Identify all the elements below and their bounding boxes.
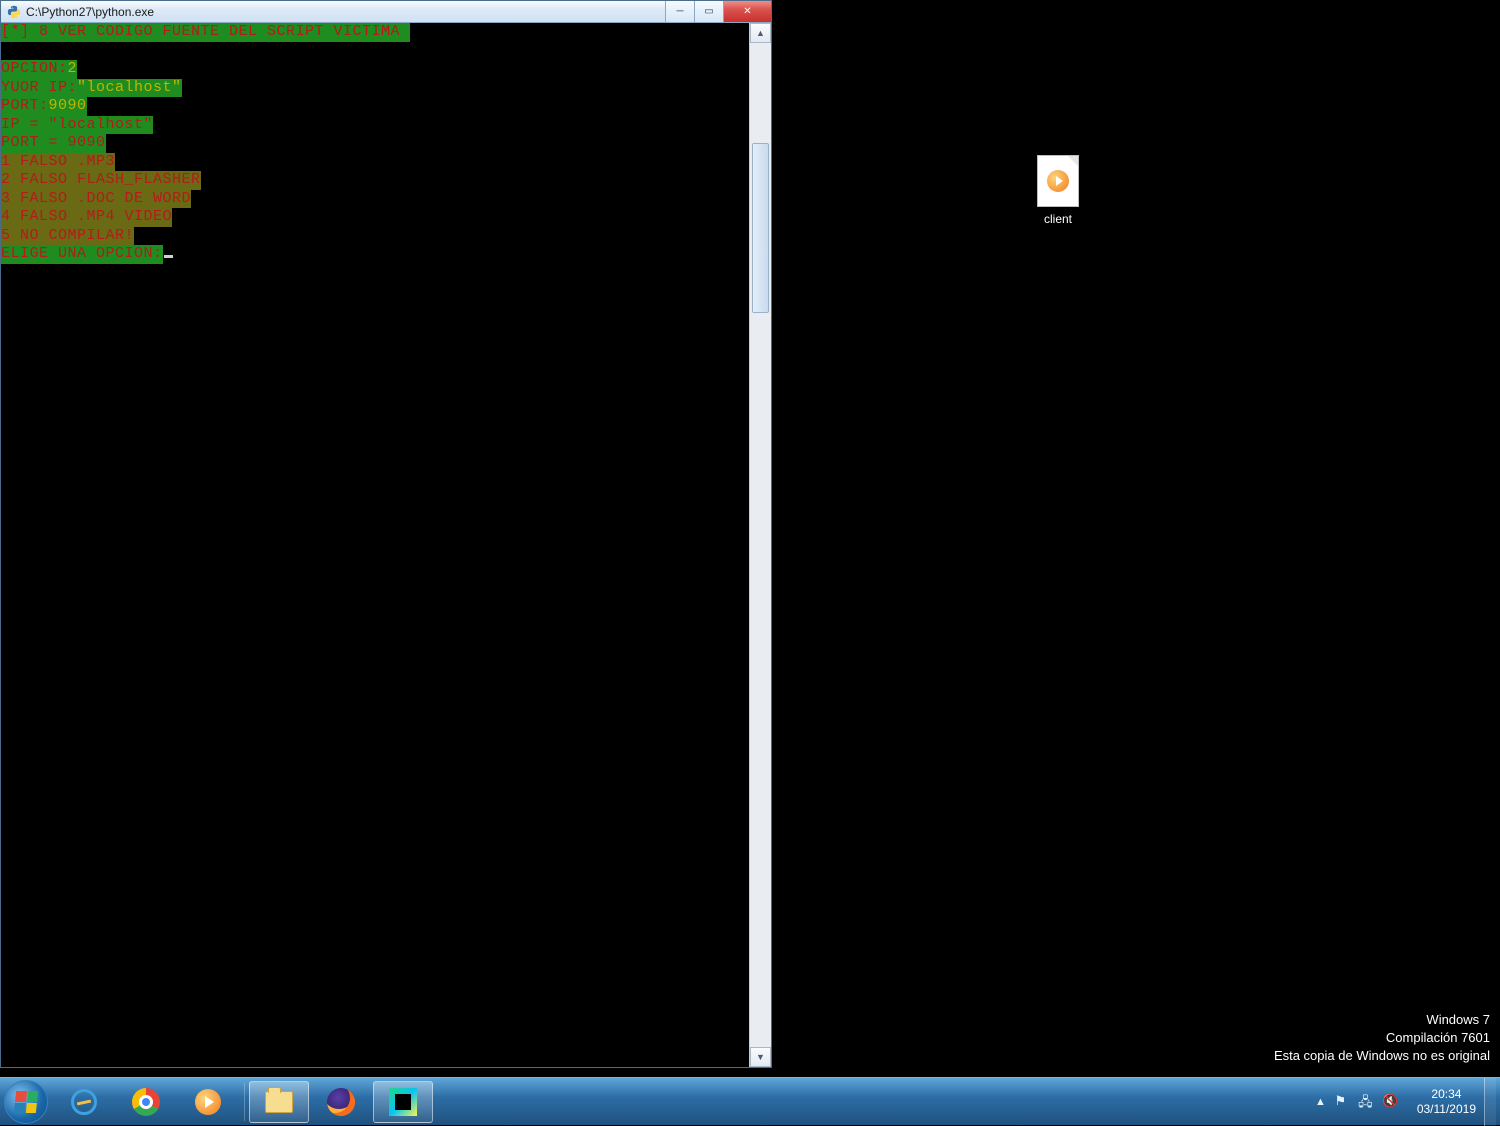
cursor bbox=[164, 255, 173, 258]
taskbar-separator bbox=[244, 1083, 245, 1121]
taskbar-clock[interactable]: 20:34 03/11/2019 bbox=[1409, 1087, 1484, 1117]
python-icon bbox=[7, 5, 21, 19]
taskbar: ▲ ⚑ 🖧 🔇 20:34 03/11/2019 bbox=[0, 1077, 1500, 1125]
console-window: C:\Python27\python.exe ─ ▭ ✕ [*] 8 VER C… bbox=[0, 0, 772, 1068]
console-menu-item: 5 NO COMPILAR! bbox=[1, 227, 134, 246]
windows-watermark: Windows 7 Compilación 7601 Esta copia de… bbox=[1274, 1011, 1490, 1065]
console-input-opcion: 2 bbox=[68, 60, 78, 79]
scroll-down-button[interactable]: ▼ bbox=[750, 1047, 771, 1067]
media-file-icon bbox=[1037, 155, 1079, 207]
taskbar-item-ie[interactable] bbox=[54, 1081, 114, 1123]
desktop-icon-client[interactable]: client bbox=[1017, 155, 1099, 226]
console-line: [*] 8 VER CODIGO FUENTE DEL SCRIPT VICTI… bbox=[1, 23, 410, 42]
taskbar-item-firefox[interactable] bbox=[311, 1081, 371, 1123]
close-button[interactable]: ✕ bbox=[723, 1, 771, 22]
action-center-icon[interactable]: ⚑ bbox=[1332, 1093, 1349, 1110]
pycharm-icon bbox=[388, 1087, 418, 1117]
network-icon[interactable]: 🖧 bbox=[1357, 1093, 1374, 1110]
folder-icon bbox=[264, 1087, 294, 1117]
title-bar[interactable]: C:\Python27\python.exe ─ ▭ ✕ bbox=[1, 1, 771, 23]
minimize-button[interactable]: ─ bbox=[665, 1, 694, 22]
firefox-icon bbox=[326, 1087, 356, 1117]
maximize-button[interactable]: ▭ bbox=[694, 1, 723, 22]
console-echo-ip: IP = "localhost" bbox=[1, 116, 153, 135]
start-button[interactable] bbox=[4, 1080, 48, 1124]
desktop-icon-label: client bbox=[1017, 212, 1099, 226]
scrollbar-vertical[interactable]: ▲ ▼ bbox=[749, 23, 771, 1067]
show-desktop-button[interactable] bbox=[1484, 1078, 1496, 1126]
taskbar-item-explorer[interactable] bbox=[249, 1081, 309, 1123]
console-echo-port: PORT = 9090 bbox=[1, 134, 106, 153]
console-prompt-ip: YUOR IP: bbox=[1, 79, 77, 98]
system-tray: ▲ ⚑ 🖧 🔇 20:34 03/11/2019 bbox=[1315, 1078, 1500, 1125]
volume-icon[interactable]: 🔇 bbox=[1382, 1093, 1399, 1110]
console-menu-item: 2 FALSO FLASH_FLASHER bbox=[1, 171, 201, 190]
taskbar-item-media-player[interactable] bbox=[178, 1081, 238, 1123]
console-prompt-port: PORT: bbox=[1, 97, 49, 116]
media-player-icon bbox=[193, 1087, 223, 1117]
taskbar-item-pycharm[interactable] bbox=[373, 1081, 433, 1123]
console-prompt-elige: ELIGE UNA OPCION: bbox=[1, 245, 163, 264]
console-menu-item: 4 FALSO .MP4 VIDEO bbox=[1, 208, 172, 227]
chrome-icon bbox=[131, 1087, 161, 1117]
console-menu-item: 3 FALSO .DOC DE WORD bbox=[1, 190, 191, 209]
window-title: C:\Python27\python.exe bbox=[26, 5, 154, 19]
ie-icon bbox=[69, 1087, 99, 1117]
console-input-ip: "localhost" bbox=[77, 79, 182, 98]
console-output[interactable]: [*] 8 VER CODIGO FUENTE DEL SCRIPT VICTI… bbox=[1, 23, 749, 1067]
console-menu-item: 1 FALSO .MP3 bbox=[1, 153, 115, 172]
tray-overflow-button[interactable]: ▲ bbox=[1315, 1096, 1326, 1108]
taskbar-item-chrome[interactable] bbox=[116, 1081, 176, 1123]
console-prompt-opcion: OPCION: bbox=[1, 60, 68, 79]
console-input-port: 9090 bbox=[49, 97, 87, 116]
scroll-up-button[interactable]: ▲ bbox=[750, 23, 771, 43]
scroll-thumb[interactable] bbox=[752, 143, 769, 313]
windows-logo-icon bbox=[14, 1091, 38, 1113]
